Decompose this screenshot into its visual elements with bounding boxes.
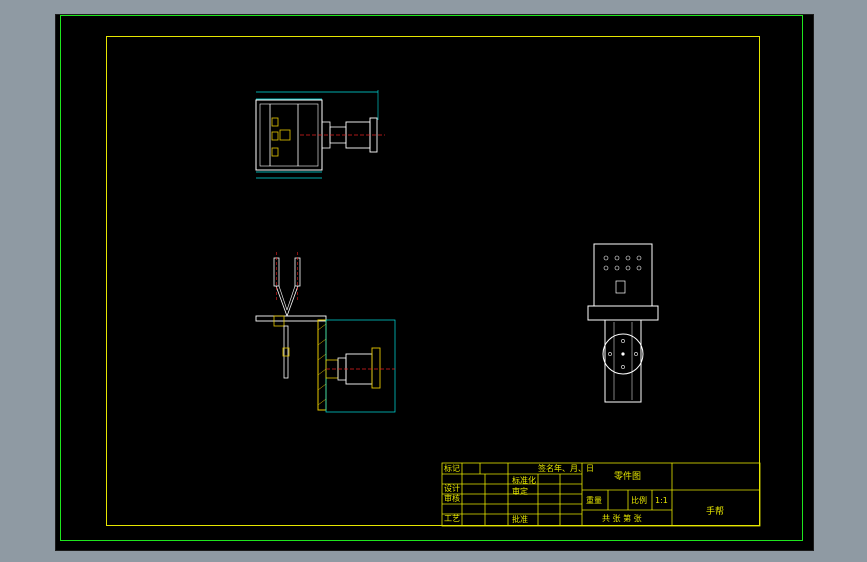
tb-scale-label: 比例: [631, 495, 647, 505]
top-view: [255, 90, 385, 179]
tb-check-label: 审核: [444, 493, 460, 503]
tb-scale-value: 1:1: [655, 496, 668, 505]
tb-design-label: 设计: [444, 483, 460, 493]
tb-sign-date-label: 签名年、月、日: [538, 463, 594, 473]
tb-sheet-info: 共 张 第 张: [602, 513, 642, 523]
drawing-name: 零件图: [614, 470, 641, 482]
title-block-text: 标记 签名年、月、日 零件图 设计 审核 工艺 标准化 审定 批准 重量 比例 …: [444, 463, 724, 524]
tb-mark-label: 标记: [444, 463, 460, 473]
tb-school: 手帮: [706, 505, 724, 517]
tb-weight-label: 重量: [586, 495, 602, 505]
tb-approve2-label: 批准: [512, 514, 528, 524]
front-view: [587, 243, 659, 403]
cad-drawing: 标记 签名年、月、日 零件图 设计 审核 工艺 标准化 审定 批准 重量 比例 …: [255, 90, 761, 527]
tb-approve-label: 审定: [512, 486, 528, 496]
tb-process-label: 工艺: [444, 514, 460, 523]
side-view: [255, 252, 396, 413]
tb-std-label: 标准化: [512, 475, 536, 485]
